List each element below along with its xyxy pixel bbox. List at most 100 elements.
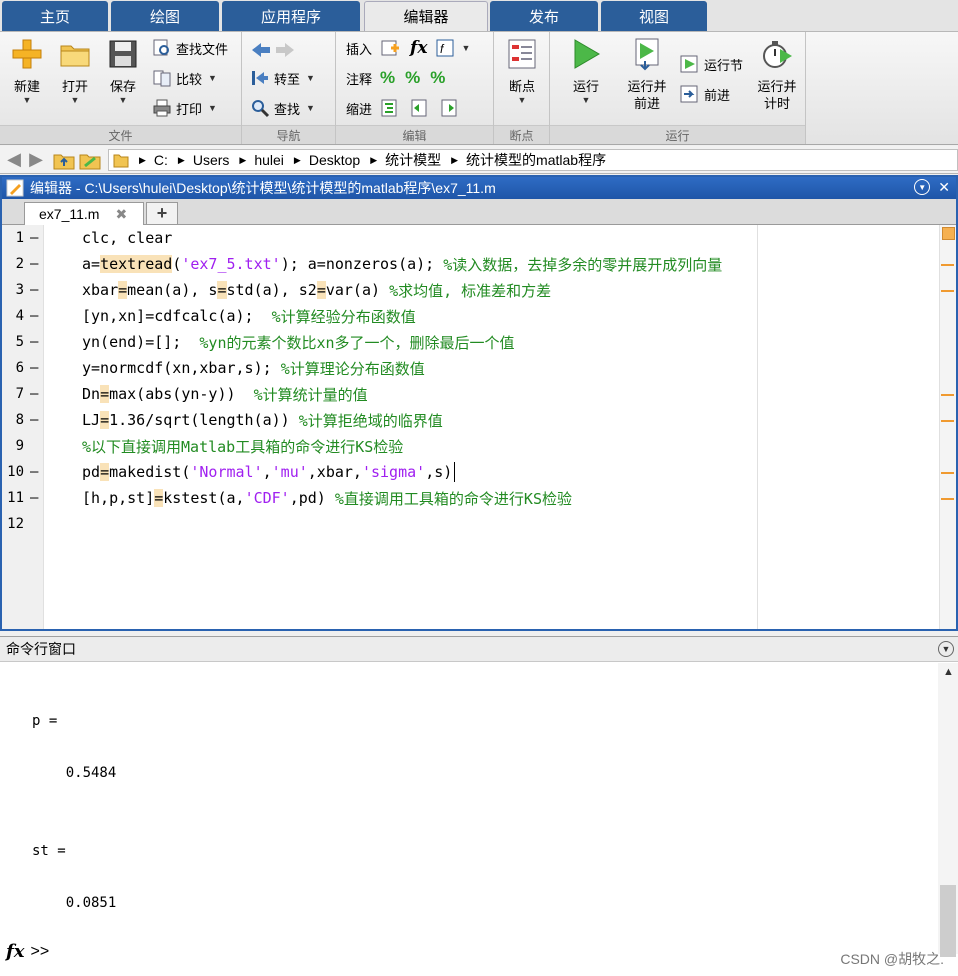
open-button[interactable]: 打开 ▼	[54, 35, 96, 106]
code-line[interactable]: [h,p,st] = kstest(a, 'CDF' ,pd) %直接调用工具箱的命令进…	[82, 485, 572, 511]
line-number[interactable]: 9	[2, 433, 44, 459]
editor-vertical-scrollbar[interactable]	[939, 225, 956, 629]
scroll-thumb[interactable]	[940, 885, 956, 957]
save-button[interactable]: 保存 ▼	[102, 35, 144, 106]
warning-marker[interactable]	[941, 394, 954, 396]
advance-button[interactable]: 前进	[680, 82, 730, 106]
run-and-advance-button[interactable]: 运行并前进	[620, 35, 674, 112]
editor-menu-icon[interactable]: ▼	[914, 179, 931, 195]
code-token: xbar	[82, 281, 119, 299]
smart-indent-icon[interactable]	[380, 98, 400, 118]
code-token: mean(a), s	[127, 281, 218, 299]
decrease-indent-icon[interactable]	[440, 98, 460, 118]
uncomment-icon[interactable]: %	[405, 68, 420, 88]
breakpoint-dash[interactable]: —	[30, 386, 38, 402]
up-folder-icon[interactable]	[53, 150, 75, 170]
comment-button[interactable]: 注释 % % %	[346, 66, 445, 90]
warning-marker[interactable]	[941, 264, 954, 266]
new-tab-button[interactable]: +	[146, 202, 178, 224]
chevron-down-icon: ▼	[581, 95, 591, 105]
line-number[interactable]: 3—	[2, 277, 44, 303]
breadcrumb-item[interactable]: hulei	[254, 152, 284, 168]
tab-apps[interactable]: 应用程序	[222, 1, 360, 31]
code-line[interactable]: yn(end)=[]; %yn的元素个数比xn多了一个，删除最后一个值	[82, 329, 515, 355]
run-section-button[interactable]: 运行节	[680, 52, 743, 76]
file-tab-ex7-11[interactable]: ex7_11.m ✖	[24, 202, 144, 225]
code-line[interactable]: Dn = max(abs(yn-y)) %计算统计量的值	[82, 381, 368, 407]
compare-button[interactable]: 比较 ▼	[152, 66, 217, 90]
warning-marker[interactable]	[941, 498, 954, 500]
run-and-time-button[interactable]: 运行并计时	[752, 35, 802, 112]
line-number[interactable]: 6—	[2, 355, 44, 381]
code-line[interactable]: [yn,xn]=cdfcalc(a); %计算经验分布函数值	[82, 303, 416, 329]
command-window-menu-icon[interactable]: ▼	[938, 641, 954, 657]
warning-marker[interactable]	[941, 290, 954, 292]
command-window-scrollbar[interactable]: ▲	[938, 663, 958, 957]
new-button[interactable]: 新建 ▼	[6, 35, 48, 106]
line-number[interactable]: 7—	[2, 381, 44, 407]
line-number[interactable]: 8—	[2, 407, 44, 433]
breakpoint-dash[interactable]: —	[30, 412, 38, 428]
code-line[interactable]: LJ = 1.36/sqrt(length(a)) %计算拒绝域的临界值	[82, 407, 443, 433]
tab-plots[interactable]: 绘图	[111, 1, 219, 31]
back-forward-buttons[interactable]	[250, 38, 296, 62]
find-files-button[interactable]: 查找文件	[152, 36, 228, 60]
code-line[interactable]: xbar = mean(a), s = std(a), s2 = var(a) %求均值, …	[82, 277, 551, 303]
code-line[interactable]: clc, clear	[82, 225, 172, 251]
goto-button[interactable]: 转至 ▼	[250, 66, 315, 90]
code-editor[interactable]: 1—2—3—4—5—6—7—8—9 10—11—12 clc, clear a= te…	[2, 225, 956, 629]
wrap-comment-icon[interactable]: %	[430, 68, 445, 88]
tab-home[interactable]: 主页	[2, 1, 108, 31]
line-number[interactable]: 1—	[2, 225, 44, 251]
breadcrumb-item[interactable]: C:	[154, 152, 168, 168]
breadcrumb-item[interactable]: 统计模型的matlab程序	[466, 150, 606, 170]
command-prompt[interactable]: fx >>	[6, 941, 49, 962]
breakpoint-dash[interactable]: —	[30, 282, 38, 298]
print-button[interactable]: 打印 ▼	[152, 96, 217, 120]
close-tab-icon[interactable]: ✖	[115, 206, 127, 223]
insert-function-icon[interactable]: fx	[410, 38, 427, 58]
warning-marker[interactable]	[941, 420, 954, 422]
line-number[interactable]: 5—	[2, 329, 44, 355]
comment-percent-icon[interactable]: %	[380, 68, 395, 88]
breakpoint-dash[interactable]: —	[30, 360, 38, 376]
close-icon[interactable]: ✕	[938, 179, 950, 196]
increase-indent-icon[interactable]	[410, 98, 430, 118]
code-line[interactable]: a= textread('ex7_5.txt'); a=nonzeros(a); …	[82, 251, 722, 277]
run-button[interactable]: 运行 ▼	[566, 35, 606, 106]
breakpoint-dash[interactable]: —	[30, 308, 38, 324]
breakpoint-dash[interactable]: —	[30, 490, 38, 506]
scroll-up-icon[interactable]: ▲	[943, 666, 954, 678]
code-analyzer-indicator-icon[interactable]	[942, 227, 955, 240]
indent-button[interactable]: 缩进	[346, 96, 460, 120]
line-number[interactable]: 4—	[2, 303, 44, 329]
tab-publish[interactable]: 发布	[490, 1, 598, 31]
breakpoint-dash[interactable]: —	[30, 334, 38, 350]
back-arrow-icon[interactable]: ◀	[3, 149, 25, 171]
line-number[interactable]: 11 —	[2, 485, 44, 511]
code-line[interactable]: %以下直接调用Matlab工具箱的命令进行KS检验	[82, 433, 403, 459]
chevron-down-icon: ▼	[22, 95, 32, 105]
breadcrumb-item[interactable]: Desktop	[309, 152, 360, 168]
code-line[interactable]: pd = makedist('Normal','mu' ,xbar,'sigma' ,s…	[82, 459, 456, 485]
breakpoint-dash[interactable]: —	[30, 464, 38, 480]
line-number[interactable]: 2—	[2, 251, 44, 277]
line-number[interactable]: 10 —	[2, 459, 44, 485]
breadcrumb-item[interactable]: Users	[193, 152, 230, 168]
function-browser-fx-icon[interactable]: fx	[6, 941, 24, 962]
find-button[interactable]: 查找 ▼	[250, 96, 315, 120]
breakpoint-button[interactable]: 断点 ▼	[502, 35, 542, 106]
tab-view[interactable]: 视图	[601, 1, 707, 31]
code-line[interactable]: y=normcdf(xn,xbar,s); %计算理论分布函数值	[82, 355, 425, 381]
breadcrumb-item[interactable]: 统计模型	[385, 150, 441, 170]
warning-marker[interactable]	[941, 472, 954, 474]
tab-editor[interactable]: 编辑器	[364, 1, 488, 31]
line-number[interactable]: 12	[2, 511, 44, 537]
command-window[interactable]: 命令行窗口 ▼ p = 0.5484 st = 0.0851 ▲ fx >> C…	[0, 636, 958, 976]
insert-button[interactable]: 插入 fx f ▼	[346, 36, 470, 60]
breakpoint-dash[interactable]: —	[30, 256, 38, 272]
browse-folder-icon[interactable]	[79, 150, 101, 170]
breadcrumb[interactable]: ▶ C: ▶ Users ▶ hulei ▶ Desktop ▶ 统计模型 ▶ …	[108, 149, 958, 171]
forward-arrow-icon[interactable]: ▶	[25, 149, 47, 171]
breakpoint-dash[interactable]: —	[30, 230, 38, 246]
